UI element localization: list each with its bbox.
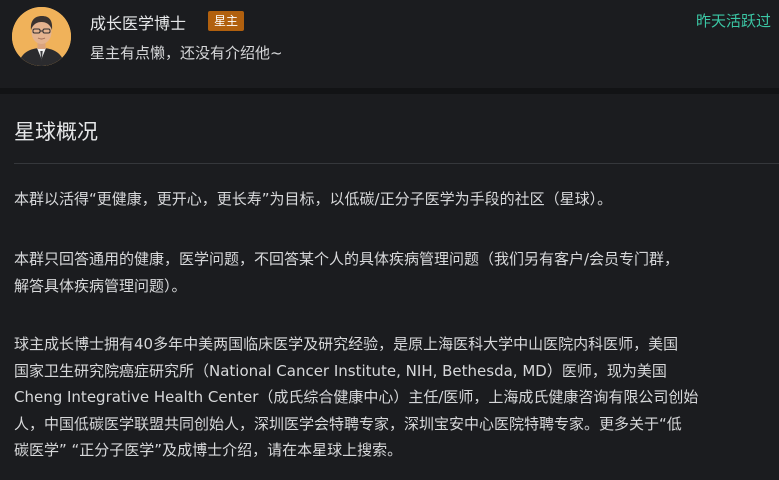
paragraph-line: 球主成长博士拥有40多年中美两国临床医学及研究经验，是原上海医科大学中山医院内科… <box>14 335 679 353</box>
paragraph-line: 碳医学” “正分子医学”及成博士介绍，请在本星球上搜索。 <box>14 441 403 459</box>
overview-paragraph-2: 本群只回答通用的健康，医学问题，不回答某个人的具体疾病管理问题（我们另有客户/会… <box>14 246 764 299</box>
activity-status: 昨天活跃过 <box>695 12 771 30</box>
section-divider <box>0 88 779 94</box>
paragraph-line: 本群只回答通用的健康，医学问题，不回答某个人的具体疾病管理问题（我们另有客户/会… <box>14 250 680 268</box>
paragraph-line: 国家卫生研究院癌症研究所（National Cancer Institute, … <box>14 361 667 380</box>
overview-paragraph-1: 本群以活得“更健康，更开心，更长寿”为目标，以低碳/正分子医学为手段的社区（星球… <box>14 186 764 213</box>
section-title: 星球概况 <box>14 120 98 144</box>
owner-name[interactable]: 成长医学博士 <box>90 10 186 34</box>
avatar-portrait-image <box>12 7 71 66</box>
paragraph-line: Cheng Integrative Health Center（成氏综合健康中心… <box>14 388 699 406</box>
paragraph-line: 人，中国低碳医学联盟共同创始人，深圳医学会特聘专家，深圳宝安中心医院特聘专家。更… <box>14 414 682 433</box>
owner-role-badge: 星主 <box>208 11 245 31</box>
owner-avatar[interactable] <box>12 7 71 66</box>
paragraph-line: 解答具体疾病管理问题）。 <box>14 276 187 295</box>
paragraph-line: 本群以活得“更健康，更开心，更长寿”为目标，以低碳/正分子医学为手段的社区（星球… <box>14 190 613 208</box>
overview-paragraph-3: 球主成长博士拥有40多年中美两国临床医学及研究经验，是原上海医科大学中山医院内科… <box>14 331 764 464</box>
title-underline <box>14 163 779 164</box>
owner-header: 成长医学博士 星主 星主有点懒，还没有介绍他~ 昨天活跃过 <box>0 0 779 88</box>
owner-intro: 星主有点懒，还没有介绍他~ <box>90 44 283 62</box>
